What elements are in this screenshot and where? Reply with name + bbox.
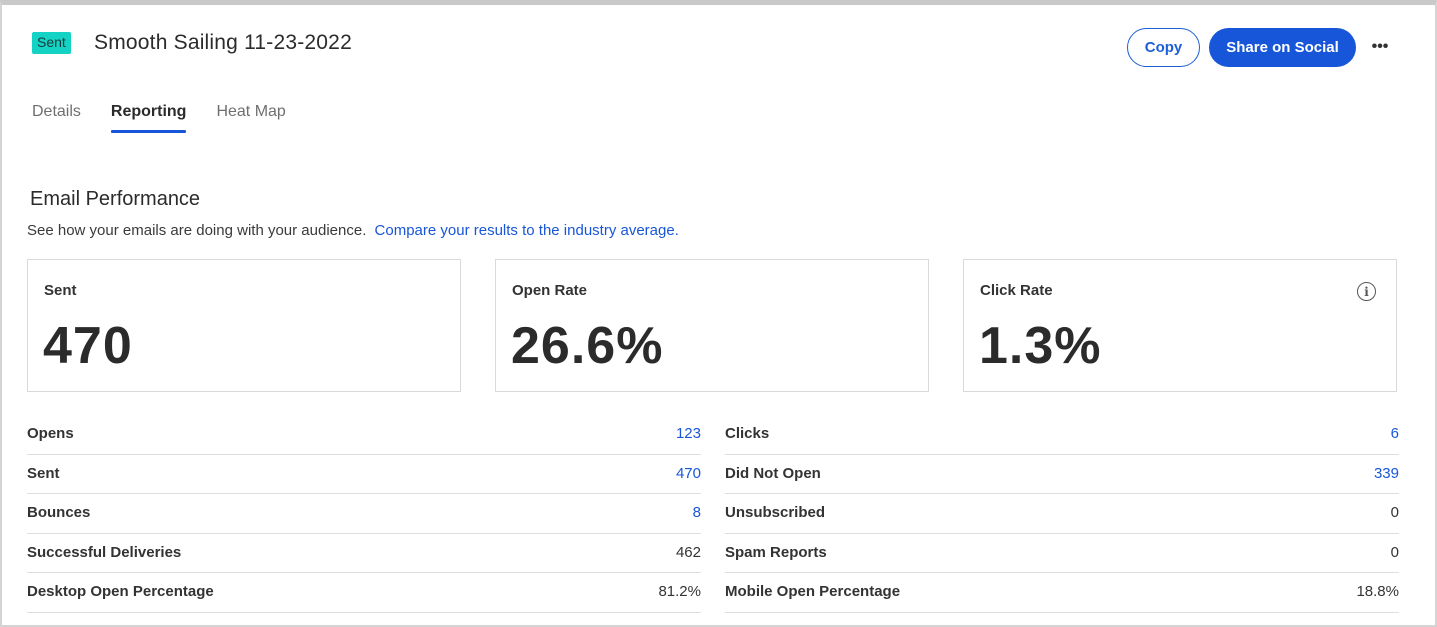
info-icon[interactable]: i [1357, 282, 1376, 301]
stat-value: 81.2% [658, 583, 701, 600]
stat-label: Mobile Open Percentage [725, 583, 901, 600]
status-badge: Sent [32, 32, 71, 54]
page-title: Smooth Sailing 11-23-2022 [94, 31, 352, 54]
stat-value[interactable]: 8 [693, 504, 701, 521]
tab-details[interactable]: Details [32, 101, 81, 133]
stats-right: Clicks 6 Did Not Open 339 Unsubscribed 0… [725, 415, 1399, 613]
card-label: Click Rate [980, 282, 1053, 299]
tab-heat-map[interactable]: Heat Map [216, 101, 285, 133]
stat-label: Desktop Open Percentage [27, 583, 214, 600]
more-options-icon[interactable]: ••• [1369, 37, 1391, 57]
stat-label: Spam Reports [725, 543, 827, 561]
stat-label: Unsubscribed [725, 504, 826, 521]
stat-value: 18.8% [1356, 583, 1399, 600]
stat-value[interactable]: 123 [676, 425, 701, 442]
stat-label: Sent [27, 464, 60, 482]
card-label: Sent [44, 282, 77, 299]
section-subtitle-text: See how your emails are doing with your … [27, 222, 367, 239]
stat-value: 462 [675, 543, 701, 561]
stat-label: Clicks [725, 425, 770, 442]
open-rate-card: Open Rate 26.6% [495, 259, 929, 392]
stat-value[interactable]: 470 [676, 465, 701, 482]
report-panel: Sent Smooth Sailing 11-23-2022 Copy Shar… [0, 0, 1437, 627]
sent-card: Sent 470 [27, 259, 461, 392]
stat-row-mobile-open-percentage: Mobile Open Percentage 18.8% [725, 573, 1399, 613]
card-value: 470 [43, 317, 133, 375]
stat-label: Successful Deliveries [27, 543, 182, 561]
stat-row-bounces: Bounces 8 [27, 494, 701, 534]
stat-value[interactable]: 6 [1391, 425, 1399, 442]
copy-button[interactable]: Copy [1127, 28, 1200, 67]
click-rate-card: Click Rate 1.3% i [963, 259, 1397, 392]
share-on-social-button[interactable]: Share on Social [1209, 28, 1356, 67]
stat-row-successful-deliveries: Successful Deliveries 462 [27, 534, 701, 573]
tab-bar: Details Reporting Heat Map [32, 101, 316, 135]
stat-row-desktop-open-percentage: Desktop Open Percentage 81.2% [27, 573, 701, 613]
stat-row-unsubscribed: Unsubscribed 0 [725, 494, 1399, 534]
tab-reporting[interactable]: Reporting [110, 101, 186, 133]
stat-value: 0 [1390, 543, 1399, 561]
stat-row-clicks: Clicks 6 [725, 415, 1399, 455]
header: Sent Smooth Sailing 11-23-2022 Copy Shar… [2, 5, 1435, 85]
stat-row-sent: Sent 470 [27, 455, 701, 494]
stats-left: Opens 123 Sent 470 Bounces 8 Successful … [27, 415, 701, 613]
industry-average-link[interactable]: Compare your results to the industry ave… [375, 222, 679, 239]
stat-value: 0 [1390, 504, 1399, 521]
stat-label: Bounces [27, 504, 91, 521]
stat-value[interactable]: 339 [1374, 465, 1399, 482]
stat-label: Opens [27, 425, 74, 442]
section-subtitle: See how your emails are doing with your … [27, 222, 679, 239]
stat-row-spam-reports: Spam Reports 0 [725, 534, 1399, 573]
section-title: Email Performance [30, 188, 201, 210]
card-value: 1.3% [979, 317, 1102, 375]
stat-row-opens: Opens 123 [27, 415, 701, 455]
card-label: Open Rate [512, 282, 588, 299]
card-value: 26.6% [511, 317, 664, 375]
stat-label: Did Not Open [725, 464, 821, 482]
stat-row-did-not-open: Did Not Open 339 [725, 455, 1399, 494]
